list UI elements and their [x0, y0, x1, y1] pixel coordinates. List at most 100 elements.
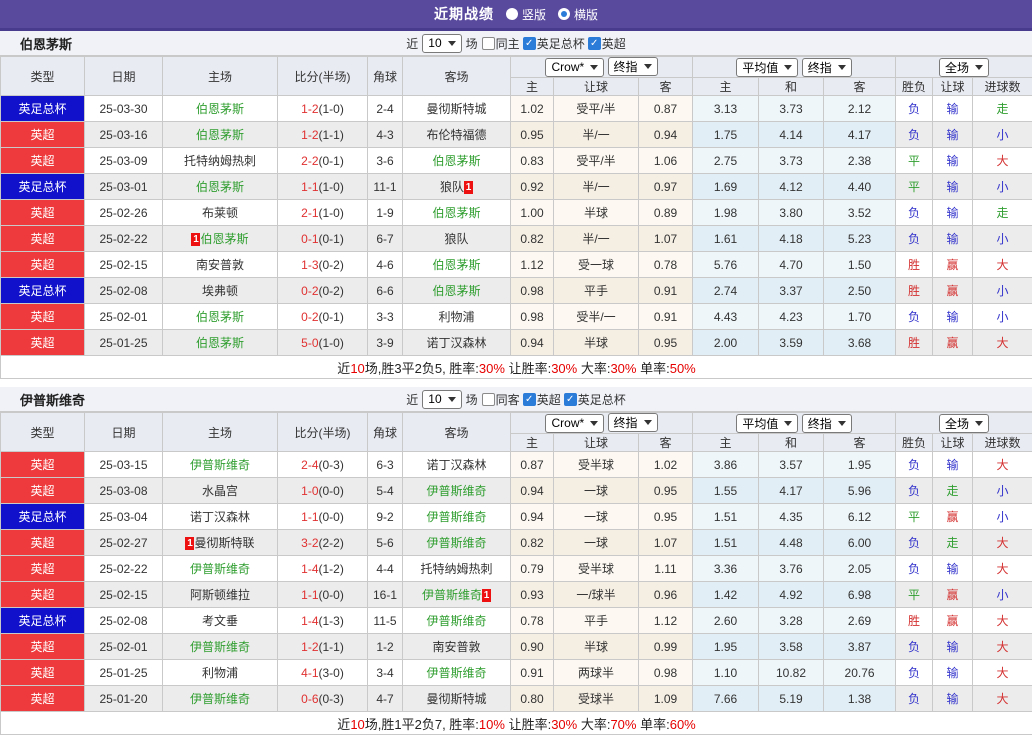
match-row: 英超25-02-271曼彻斯特联3-2(2-2)5-6伊普斯维奇0.82一球1.… [1, 530, 1032, 556]
checkbox-icon[interactable]: ✓ [564, 393, 577, 406]
handicap-away-odds: 1.06 [639, 148, 693, 174]
league-badge: 英足总杯 [1, 504, 85, 530]
odds-time-select[interactable]: 终指 [608, 57, 658, 76]
odds-company-select[interactable]: Crow* [545, 414, 604, 433]
score-cell: 0-6(0-3) [278, 686, 368, 712]
filter-checkbox[interactable]: ✓英超 [523, 391, 561, 408]
fulltime-select[interactable]: 全场 [939, 414, 989, 433]
average-select[interactable]: 平均值 [736, 414, 798, 433]
games-count-select[interactable]: 10 [422, 34, 461, 53]
team-header: 伊普斯维奇 近 10 场 同客✓英超✓英足总杯 [0, 387, 1032, 412]
fulltime-score: 1-0 [301, 484, 318, 498]
halftime-score: (1-1) [319, 640, 344, 654]
avg-draw-odds: 3.80 [759, 200, 824, 226]
games-count-select[interactable]: 10 [422, 390, 461, 409]
league-badge: 英超 [1, 304, 85, 330]
corners: 3-9 [368, 330, 403, 356]
avg-away-odds: 1.70 [824, 304, 896, 330]
handicap-line: 受半球 [554, 556, 639, 582]
halftime-score: (1-1) [319, 128, 344, 142]
away-team: 伊普斯维奇 [403, 530, 511, 556]
average-time-select[interactable]: 终指 [802, 58, 852, 77]
fulltime-select[interactable]: 全场 [939, 58, 989, 77]
radio-vertical-layout[interactable]: 竖版 [506, 6, 546, 23]
checkbox-icon[interactable]: ✓ [588, 37, 601, 50]
radio-horizontal-layout[interactable]: 横版 [558, 6, 598, 23]
sub-header-avg-home: 主 [693, 434, 759, 452]
avg-away-odds: 2.05 [824, 556, 896, 582]
score-cell: 1-0(0-0) [278, 478, 368, 504]
corners: 5-4 [368, 478, 403, 504]
away-team: 狼队 [403, 226, 511, 252]
checkbox-icon[interactable]: ✓ [523, 393, 536, 406]
average-select[interactable]: 平均值 [736, 58, 798, 77]
corners: 3-4 [368, 660, 403, 686]
result-handicap: 输 [933, 200, 973, 226]
col-header-away: 客场 [403, 413, 511, 452]
chevron-down-icon [644, 420, 652, 425]
filter-checkbox[interactable]: 同主 [482, 35, 520, 52]
score-cell: 2-4(0-3) [278, 452, 368, 478]
sub-header-avg-away: 客 [824, 434, 896, 452]
filter-checkbox[interactable]: ✓英足总杯 [523, 35, 585, 52]
avg-away-odds: 3.52 [824, 200, 896, 226]
summary-segment: 30% [610, 361, 636, 376]
halftime-score: (1-2) [319, 562, 344, 576]
checkbox-icon[interactable] [482, 393, 495, 406]
home-team: 利物浦 [163, 660, 278, 686]
handicap-home-odds: 0.94 [511, 330, 554, 356]
odds-time-select[interactable]: 终指 [608, 413, 658, 432]
halftime-score: (0-2) [319, 284, 344, 298]
radio-unselected-icon[interactable] [506, 8, 518, 20]
team-label: 托特纳姆热刺 [184, 154, 256, 168]
avg-home-odds: 1.55 [693, 478, 759, 504]
handicap-away-odds: 1.02 [639, 452, 693, 478]
corners: 6-6 [368, 278, 403, 304]
average-time-select[interactable]: 终指 [802, 414, 852, 433]
match-date: 25-02-22 [85, 226, 163, 252]
avg-away-odds: 6.12 [824, 504, 896, 530]
team-label: 伯恩茅斯 [196, 336, 244, 350]
filter-checkbox[interactable]: 同客 [482, 391, 520, 408]
halftime-score: (0-3) [319, 458, 344, 472]
fulltime-score: 0-2 [301, 284, 318, 298]
sub-header-avg-draw: 和 [759, 78, 824, 96]
team-header: 伯恩茅斯 近 10 场 同主✓英足总杯✓英超 [0, 31, 1032, 56]
match-date: 25-03-01 [85, 174, 163, 200]
team-label: 伯恩茅斯 [432, 258, 480, 272]
checkbox-icon[interactable]: ✓ [523, 37, 536, 50]
score-cell: 1-3(0-2) [278, 252, 368, 278]
team-label: 伊普斯维奇 [190, 640, 250, 654]
summary-segment: 让胜率: [505, 717, 551, 732]
halftime-score: (0-0) [319, 588, 344, 602]
odds-company-select[interactable]: Crow* [545, 58, 604, 77]
filter-checkbox[interactable]: ✓英足总杯 [564, 391, 626, 408]
filter-checkbox[interactable]: ✓英超 [588, 35, 626, 52]
match-section-ipswich: 伊普斯维奇 近 10 场 同客✓英超✓英足总杯 类型 日期 主场 比分(半场) … [0, 387, 1032, 735]
table-summary: 近10场,胜1平2负7, 胜率:10% 让胜率:30% 大率:70% 单率:60… [1, 712, 1032, 735]
radio-vertical-label: 竖版 [522, 6, 546, 23]
summary-segment: 让胜率: [505, 361, 551, 376]
handicap-home-odds: 0.82 [511, 226, 554, 252]
fulltime-score: 1-4 [301, 562, 318, 576]
radio-horizontal-label: 横版 [574, 6, 598, 23]
fulltime-score: 1-2 [301, 640, 318, 654]
home-team: 伯恩茅斯 [163, 330, 278, 356]
result-handicap: 输 [933, 634, 973, 660]
checkbox-icon[interactable] [482, 37, 495, 50]
sub-header-handicap: 让球 [554, 78, 639, 96]
result-wdl: 负 [896, 634, 933, 660]
fulltime-score: 2-1 [301, 206, 318, 220]
result-goals: 小 [973, 122, 1032, 148]
result-wdl: 负 [896, 226, 933, 252]
halftime-score: (0-1) [319, 232, 344, 246]
radio-selected-icon[interactable] [558, 8, 570, 20]
result-goals: 小 [973, 278, 1032, 304]
sub-header-odds-home: 主 [511, 434, 554, 452]
avg-draw-odds: 4.92 [759, 582, 824, 608]
chevron-down-icon [838, 65, 846, 70]
corners: 4-7 [368, 686, 403, 712]
handicap-away-odds: 0.91 [639, 278, 693, 304]
team-label: 伯恩茅斯 [196, 310, 244, 324]
match-row: 英超25-02-22伊普斯维奇1-4(1-2)4-4托特纳姆热刺0.79受半球1… [1, 556, 1032, 582]
